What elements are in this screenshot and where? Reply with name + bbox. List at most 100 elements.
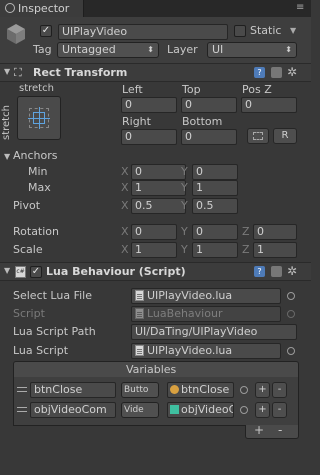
object-picker-icon[interactable] [240,406,248,414]
axis-y-label: Y [181,181,188,194]
rotation-y-field[interactable]: 0 [192,224,238,240]
pivot-x-field[interactable]: 0.5 [131,198,186,214]
min-x-field[interactable]: 0 [131,164,186,180]
variable-ref-value: btnClose [181,383,230,396]
min-label: Min [28,165,48,178]
pivot-y-field[interactable]: 0.5 [192,198,238,214]
add-button[interactable]: + [255,382,270,398]
help-icon[interactable]: ? [254,67,265,78]
anchor-preset-label: stretch [19,83,54,94]
variable-name-field[interactable]: btnClose [30,382,116,398]
axis-z-label: Z [242,243,250,256]
variables-title: Variables [126,363,177,376]
pivot-label: Pivot [13,199,41,212]
preset-icon[interactable] [271,266,282,277]
anchor-side-label: stretch [1,105,12,140]
variable-ref-value: objVideoC [181,403,234,416]
object-picker-icon [287,310,295,318]
lua-script-label: Lua Script [13,344,69,357]
object-picker-icon[interactable] [287,347,295,355]
gameobject-name-field[interactable]: UIPlayVideo [58,24,228,40]
rotation-z-field[interactable]: 0 [253,224,297,240]
dropdown-arrow-icon: ⬍ [147,45,154,54]
gameobject-cube-icon [6,23,26,45]
posz-field[interactable]: 0 [241,97,297,113]
drag-handle-icon[interactable] [17,407,27,412]
lua-enabled-checkbox[interactable]: ✓ [30,266,42,278]
variable-ref-field[interactable]: objVideoC [167,402,234,418]
axis-z-label: Z [242,225,250,238]
select-lua-field[interactable]: UIPlayVideo.lua [131,288,281,304]
bottom-field[interactable]: 0 [181,129,237,145]
rotation-x-field[interactable]: 0 [131,224,177,240]
raw-edit-button[interactable]: R [273,128,297,144]
layer-dropdown[interactable]: UI ⬍ [207,42,297,58]
axis-x-label: X [121,181,129,194]
lua-behaviour-title: Lua Behaviour (Script) [46,265,186,278]
variable-ref-field[interactable]: btnClose [167,382,234,398]
script-label: Script [13,307,45,320]
left-field[interactable]: 0 [121,97,177,113]
object-picker-icon[interactable] [240,386,248,394]
scale-label: Scale [13,243,43,256]
blueprint-mode-button[interactable] [247,128,269,144]
scale-y-field[interactable]: 1 [192,242,238,258]
gameobject-header: ✓ UIPlayVideo Static ▼ Tag Untagged ⬍ Lay… [0,17,311,64]
variable-name-field[interactable]: objVideoCom [30,402,116,418]
tag-dropdown[interactable]: Untagged ⬍ [57,42,159,58]
preset-icon[interactable] [271,67,282,78]
top-field[interactable]: 0 [181,97,237,113]
lua-file-icon [135,290,144,301]
rect-transform-header[interactable]: ▼ ⛶ Rect Transform ? ✲ [0,63,311,82]
scale-z-field[interactable]: 1 [253,242,297,258]
max-y-field[interactable]: 1 [192,180,238,196]
axis-x-label: X [121,243,129,256]
list-footer: + - [245,423,299,439]
remove-button[interactable]: - [272,402,287,418]
layer-value: UI [212,43,224,56]
inspector-icon [5,3,15,13]
max-label: Max [28,181,51,194]
tab-label: Inspector [18,2,70,15]
static-dropdown-icon[interactable]: ▼ [290,26,296,35]
lua-behaviour-header[interactable]: ▼ c# ✓ Lua Behaviour (Script) ? ✲ [0,262,311,281]
max-x-field[interactable]: 1 [131,180,186,196]
bottom-header: Bottom [182,115,223,128]
list-add-button[interactable]: + [254,423,264,437]
anchors-label: Anchors [13,149,58,162]
script-field: LuaBehaviour [131,306,281,322]
foldout-arrow-icon[interactable]: ▼ [4,266,10,275]
object-picker-icon[interactable] [287,292,295,300]
drag-handle-icon[interactable] [17,387,27,392]
gear-icon[interactable]: ✲ [287,65,297,79]
lua-script-value: UIPlayVideo.lua [147,344,233,357]
dropdown-arrow-icon: ⬍ [285,45,292,54]
remove-button[interactable]: - [272,382,287,398]
help-icon[interactable]: ? [254,266,265,277]
right-header: Right [122,115,151,128]
anchor-preset-icon [28,107,50,129]
variable-type-dropdown[interactable]: Vide [121,402,159,418]
list-item: btnClose Butto btnClose + - [13,381,299,399]
foldout-arrow-icon[interactable]: ▼ [4,67,10,76]
right-field[interactable]: 0 [121,129,177,145]
script-icon: c# [15,266,26,278]
tab-menu-icon[interactable]: ≡ [296,2,304,13]
rect-transform-icon: ⛶ [14,66,22,79]
lua-script-field[interactable]: UIPlayVideo.lua [131,343,281,359]
active-checkbox[interactable]: ✓ [40,25,52,37]
axis-y-label: Y [181,165,188,178]
static-checkbox[interactable] [234,25,246,37]
scale-x-field[interactable]: 1 [131,242,177,258]
gear-icon[interactable]: ✲ [287,264,297,278]
top-header: Top [182,83,201,96]
anchor-preset-button[interactable] [17,96,61,140]
anchors-foldout-icon[interactable]: ▼ [4,152,10,161]
add-button[interactable]: + [255,402,270,418]
posz-header: Pos Z [242,83,272,96]
lua-script-path-field[interactable]: UI/DaTing/UIPlayVideo [131,324,297,340]
tab-inspector[interactable]: Inspector [0,0,84,17]
variable-type-dropdown[interactable]: Butto [121,382,159,398]
min-y-field[interactable]: 0 [192,164,238,180]
list-remove-button[interactable]: - [278,423,282,437]
